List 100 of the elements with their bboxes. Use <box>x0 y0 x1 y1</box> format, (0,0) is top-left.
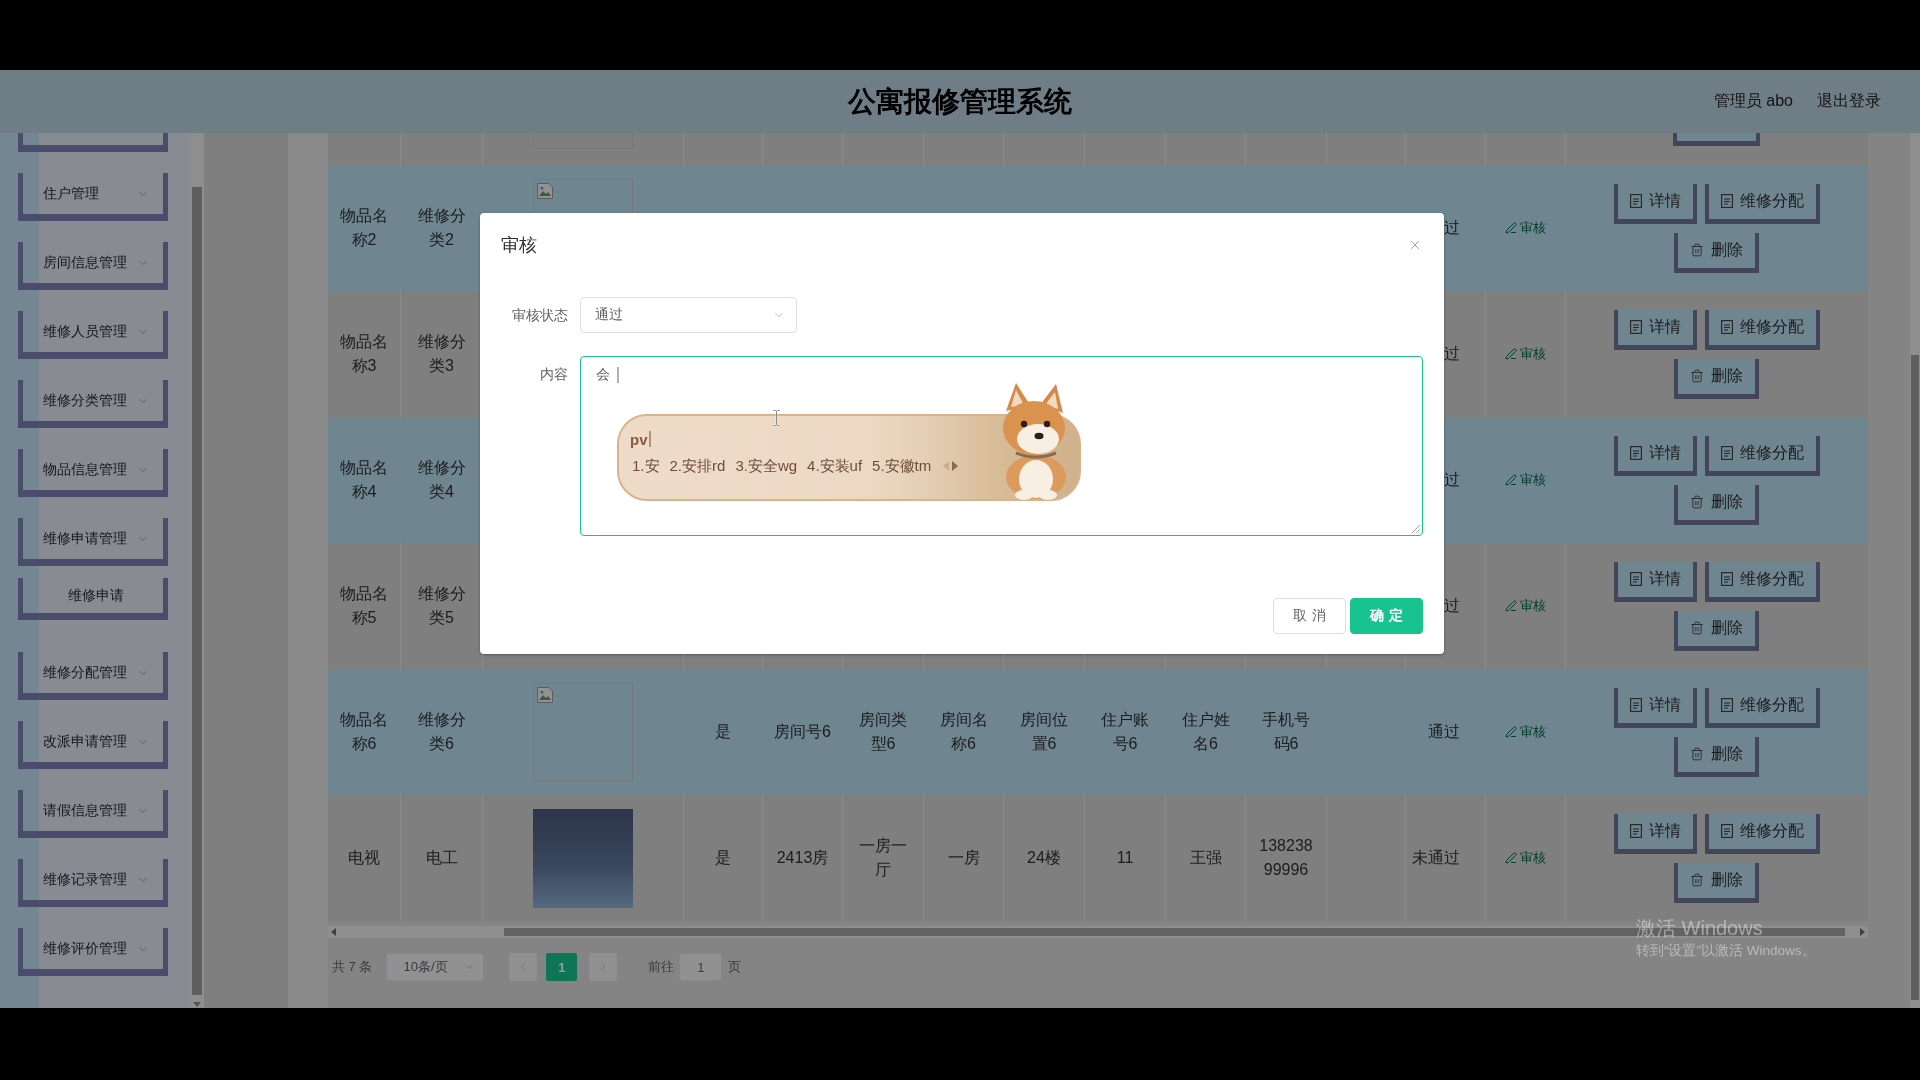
activation-title: 激活 Windows <box>1636 916 1764 940</box>
table-cell-text: 过 <box>1444 470 1460 490</box>
ime-candidate[interactable]: 4.安装uf <box>807 456 863 476</box>
i-beam-cursor-icon <box>772 409 781 427</box>
pencil-icon <box>1505 600 1517 612</box>
field-label: 审核状态 <box>511 306 569 325</box>
document-icon <box>1629 698 1642 712</box>
menu-item[interactable]: 维修分类管理 <box>18 380 168 428</box>
trash-icon <box>1690 621 1704 635</box>
review-link[interactable]: 审核 <box>1505 720 1546 744</box>
table-cell-text: 维修分类3 <box>416 332 467 376</box>
review-link[interactable]: 审核 <box>1505 468 1546 492</box>
action-button[interactable]: 删除 <box>1674 232 1759 273</box>
table-cell-text: 过 <box>1444 218 1460 238</box>
action-button[interactable]: 维修分配 <box>1704 687 1820 728</box>
cancel-button[interactable]: 取消 <box>1273 598 1346 634</box>
scrollbar-thumb[interactable] <box>1911 355 1919 1000</box>
field-label: 内容 <box>539 365 569 384</box>
review-link[interactable]: 审核 <box>1505 216 1546 240</box>
table-cell-text: 是 <box>715 722 731 742</box>
table-cell-text: 住户账号6 <box>1100 710 1150 754</box>
table-cell-text: 物品名称6 <box>339 710 389 754</box>
pencil-icon <box>1505 726 1517 738</box>
scrollbar-thumb[interactable] <box>192 187 202 995</box>
action-button[interactable]: 维修分配 <box>1704 183 1820 224</box>
table-cell-text: 房间号6 <box>774 722 831 742</box>
action-button[interactable]: 维修分配 <box>1704 813 1820 854</box>
action-button[interactable]: 详情 <box>1613 435 1697 476</box>
pencil-icon <box>1505 474 1517 486</box>
table-cell-text: 13823899996 <box>1258 836 1314 880</box>
action-button[interactable]: 维修分配 <box>1704 561 1820 602</box>
table-cell-text: 24楼 <box>1027 848 1061 868</box>
document-icon <box>1629 572 1642 586</box>
document-icon <box>1720 320 1733 334</box>
table-cell-text: 王强 <box>1189 848 1222 868</box>
scroll-left-arrow-icon[interactable] <box>331 928 336 936</box>
table-cell-text: 维修分类5 <box>416 584 467 628</box>
app-title: 公寓报修管理系统 <box>848 84 1072 119</box>
action-button[interactable]: 详情 <box>1613 309 1697 350</box>
page-suffix: 页 <box>728 958 742 976</box>
text-caret-icon <box>648 431 651 447</box>
document-icon <box>1629 824 1642 838</box>
ime-candidate[interactable]: 5.安徽tm <box>872 456 932 476</box>
broken-image-icon <box>537 183 553 199</box>
close-button[interactable] <box>1408 238 1422 252</box>
triangle-left-icon[interactable] <box>943 461 950 471</box>
table-cell-text: 房间类型6 <box>858 710 908 754</box>
table-cell-text: 物品名称3 <box>339 332 389 376</box>
menu-item[interactable]: 维修评价管理 <box>18 928 168 976</box>
table-cell-text: 住户姓名6 <box>1180 710 1231 754</box>
logout-link[interactable]: 退出登录 <box>1817 91 1881 112</box>
menu-item[interactable]: 房间信息管理 <box>18 242 168 290</box>
action-button[interactable]: 维修分配 <box>1704 309 1820 350</box>
action-button[interactable]: 维修分配 <box>1704 435 1820 476</box>
review-link[interactable]: 审核 <box>1505 342 1546 366</box>
ime-candidate[interactable]: 1.安 <box>632 456 660 476</box>
menu-item[interactable]: 维修申请管理 <box>18 518 168 566</box>
action-button[interactable]: 删除 <box>1674 736 1759 777</box>
ime-candidate[interactable]: 2.安排rd <box>669 456 726 476</box>
table-cell-text: 物品名称2 <box>339 206 389 250</box>
page-input[interactable]: 1 <box>679 953 723 981</box>
action-button[interactable]: 删除 <box>1674 610 1759 651</box>
trash-icon <box>1690 873 1704 887</box>
review-link[interactable]: 审核 <box>1505 594 1546 618</box>
scrollbar[interactable] <box>190 133 204 1008</box>
menu-item[interactable]: 维修记录管理 <box>18 859 168 907</box>
scroll-right-arrow-icon[interactable] <box>1860 928 1865 936</box>
scroll-down-arrow-icon[interactable] <box>193 1002 201 1007</box>
user-name: 管理员 abo <box>1713 91 1793 111</box>
document-icon <box>1720 572 1733 586</box>
menu-item[interactable]: 维修人员管理 <box>18 311 168 359</box>
menu-item[interactable]: 请假信息管理 <box>18 790 168 838</box>
table-cell-text: 11 <box>1116 848 1134 868</box>
table-cell-text: 过 <box>1444 596 1460 616</box>
resize-handle-icon[interactable] <box>1412 525 1420 533</box>
document-icon <box>1720 698 1733 712</box>
action-button[interactable]: 删除 <box>1674 358 1759 399</box>
trash-icon <box>1690 243 1704 257</box>
action-button[interactable]: 详情 <box>1613 813 1697 854</box>
table-cell-text: 维修分类4 <box>416 458 467 502</box>
menu-item[interactable]: 改派申请管理 <box>18 721 168 769</box>
page-size-select[interactable]: 10条/页 <box>386 953 485 981</box>
menu-item[interactable]: 维修分配管理 <box>18 652 168 700</box>
submenu-item[interactable]: 维修申请 <box>18 578 168 620</box>
goto-label: 前往 <box>648 958 675 976</box>
review-link[interactable]: 审核 <box>1505 846 1546 870</box>
menu-item[interactable]: 住户管理 <box>18 173 168 221</box>
table-cell-text: 维修分类6 <box>416 710 467 754</box>
action-button[interactable]: 详情 <box>1613 561 1697 602</box>
triangle-right-icon[interactable] <box>952 461 959 471</box>
table-cell-text: 2413房 <box>776 848 829 868</box>
status-select[interactable]: 通过 <box>580 297 797 333</box>
action-button[interactable]: 删除 <box>1674 484 1759 525</box>
scrollbar[interactable] <box>1910 133 1920 1008</box>
table-cell-text: 是 <box>715 848 731 868</box>
ime-candidate[interactable]: 3.安全wg <box>735 456 798 476</box>
menu-item[interactable]: 物品信息管理 <box>18 449 168 497</box>
action-button[interactable]: 删除 <box>1674 862 1759 903</box>
action-button[interactable]: 详情 <box>1613 687 1697 728</box>
action-button[interactable]: 详情 <box>1613 183 1697 224</box>
